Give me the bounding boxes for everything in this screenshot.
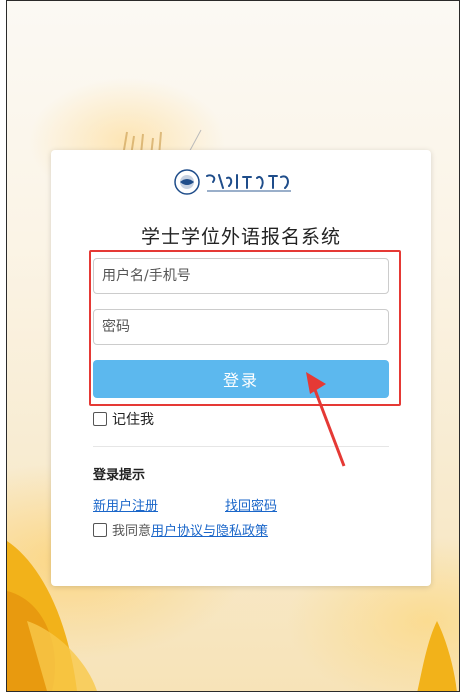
agreement-link[interactable]: 用户协议与隐私政策	[151, 520, 268, 539]
remember-me[interactable]: 记住我	[93, 409, 154, 429]
decorative-flower-right	[417, 621, 457, 691]
remember-checkbox[interactable]	[93, 412, 107, 426]
red-arrow-icon	[306, 372, 346, 467]
agree-prefix: 我同意	[112, 524, 152, 539]
system-title: 学士学位外语报名系统	[140, 226, 341, 248]
login-hint-title: 登录提示	[93, 468, 146, 483]
agree-checkbox[interactable]	[93, 522, 107, 537]
password-input[interactable]	[93, 309, 389, 345]
recover-password-link[interactable]: 找回密码	[225, 495, 277, 514]
register-link[interactable]: 新用户注册	[93, 495, 158, 514]
remember-label: 记住我	[112, 412, 154, 428]
login-card: 学士学位外语报名系统 登录 记住我 登录提示 新用户注册 找回密码 我同意 用户…	[51, 150, 431, 586]
university-logo	[174, 169, 291, 195]
agreement-row: 我同意 用户协议与隐私政策	[93, 520, 268, 539]
username-input[interactable]	[93, 258, 389, 294]
